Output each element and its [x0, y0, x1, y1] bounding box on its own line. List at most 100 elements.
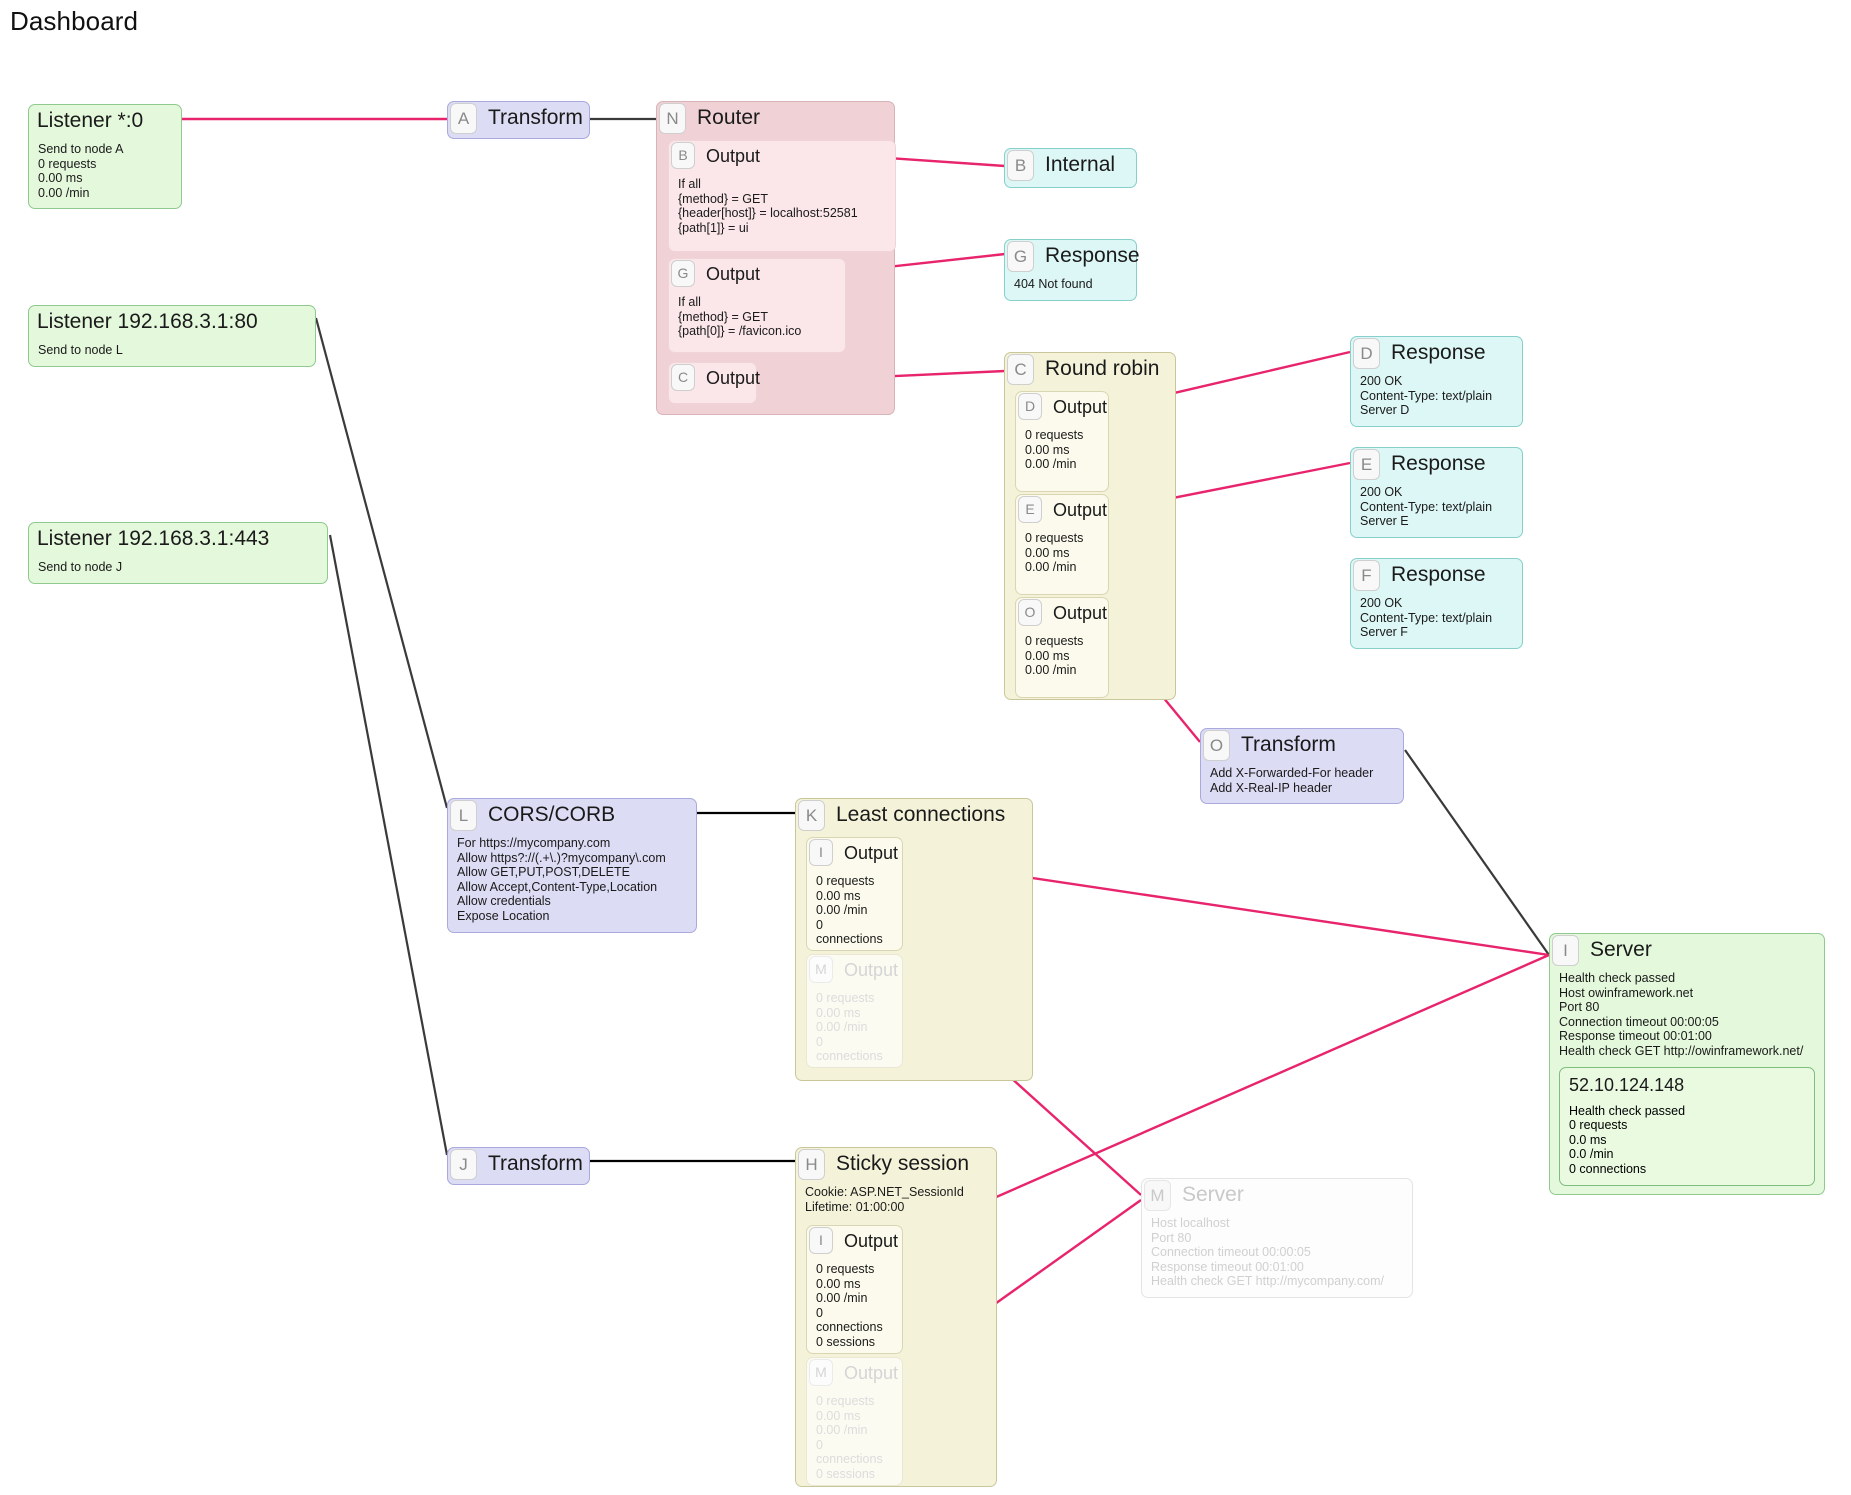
node-transform-a[interactable]: A Transform — [447, 101, 590, 139]
node-header: M Output — [807, 1358, 902, 1388]
node-roundrobin-output-o[interactable]: O Output 0 requests 0.00 ms 0.00 /min — [1015, 597, 1109, 698]
node-listener-a[interactable]: Listener *:0 Send to node A 0 requests 0… — [28, 104, 182, 210]
node-header: B Output — [669, 141, 895, 171]
dashboard-canvas: Dashboard Listener *:0 Send to node A 0 … — [0, 0, 1851, 1495]
node-badge: M — [809, 956, 833, 983]
node-badge: K — [798, 800, 825, 831]
node-server-m[interactable]: M Server Host localhost Port 80 Connecti… — [1141, 1178, 1413, 1298]
node-router-output-g[interactable]: G Output If all {method} = GET {path[0]}… — [668, 258, 846, 353]
node-title: CORS/CORB — [488, 803, 616, 826]
node-header: E Output — [1016, 495, 1108, 525]
node-header: N Router — [657, 102, 894, 136]
node-title: Server — [1590, 938, 1652, 961]
node-badge: I — [809, 839, 833, 866]
node-title: Round robin — [1045, 357, 1160, 380]
node-title: Output — [706, 146, 761, 166]
node-badge: B — [671, 142, 695, 169]
node-badge: F — [1353, 560, 1380, 591]
server-ip-block[interactable]: 52.10.124.148 Health check passed 0 requ… — [1559, 1066, 1815, 1186]
node-title: Output — [844, 1231, 899, 1251]
node-title: Output — [844, 1363, 899, 1383]
node-body: 404 Not found — [1014, 277, 1093, 291]
node-roundrobin-output-d[interactable]: D Output 0 requests 0.00 ms 0.00 /min — [1015, 391, 1109, 492]
node-badge: M — [809, 1359, 833, 1386]
node-least-connections-output-i[interactable]: I Output 0 requests 0.00 ms 0.00 /min 0 … — [806, 837, 903, 951]
node-title: Response — [1391, 341, 1486, 364]
node-badge: E — [1018, 496, 1042, 523]
node-badge: A — [450, 103, 477, 134]
node-listener-l[interactable]: Listener 192.168.3.1:80 Send to node L — [28, 305, 316, 367]
node-title: Server — [1182, 1183, 1244, 1206]
node-response-d[interactable]: D Response 200 OK Content-Type: text/pla… — [1350, 336, 1523, 427]
node-roundrobin-output-e[interactable]: E Output 0 requests 0.00 ms 0.00 /min — [1015, 494, 1109, 595]
node-badge: E — [1353, 449, 1380, 480]
node-header: B Internal — [1005, 149, 1136, 183]
node-title: Output — [1053, 500, 1108, 520]
node-title: Router — [697, 106, 761, 129]
node-sticky-session-output-i[interactable]: I Output 0 requests 0.00 ms 0.00 /min 0 … — [806, 1225, 903, 1354]
node-title: Output — [706, 368, 761, 388]
node-header: O Transform — [1201, 729, 1403, 763]
node-sticky-session-h[interactable]: H Sticky session Cookie: ASP.NET_Session… — [795, 1147, 997, 1487]
node-header: D Response — [1351, 337, 1522, 371]
node-header: G Response — [1005, 240, 1140, 274]
node-title: Transform — [488, 1152, 583, 1175]
node-title: Response — [1391, 563, 1486, 586]
node-header: C Round robin — [1005, 353, 1175, 387]
node-response-f[interactable]: F Response 200 OK Content-Type: text/pla… — [1350, 558, 1523, 649]
node-body: Send to node A 0 requests 0.00 ms 0.00 /… — [38, 142, 124, 200]
edge-listener-l-to-cors-l — [314, 317, 449, 809]
node-title: Output — [1053, 603, 1108, 623]
node-header: E Response — [1351, 448, 1522, 482]
node-router-output-c[interactable]: C Output — [668, 362, 760, 404]
node-body: 0 requests 0.00 ms 0.00 /min 0 connectio… — [816, 991, 883, 1064]
node-badge: C — [1007, 354, 1034, 385]
node-title: Output — [844, 960, 899, 980]
node-badge: B — [1007, 150, 1034, 181]
node-title: Output — [706, 264, 761, 284]
node-internal-b[interactable]: B Internal — [1004, 148, 1137, 188]
node-header: C Output — [669, 363, 760, 393]
node-server-i[interactable]: I Server Health check passed Host owinfr… — [1549, 933, 1825, 1195]
node-badge: D — [1353, 338, 1380, 369]
node-header: O Output — [1016, 598, 1108, 628]
node-router-output-b[interactable]: B Output If all {method} = GET {header[h… — [668, 140, 896, 252]
node-router-n[interactable]: N Router B Output If all {method} = GET … — [656, 101, 896, 415]
node-badge: O — [1203, 730, 1230, 761]
edge-router-b-to-internal-b — [887, 156, 1006, 168]
node-header: K Least connections — [796, 799, 1032, 833]
node-badge: H — [798, 1149, 825, 1180]
node-transform-o[interactable]: O Transform Add X-Forwarded-For header A… — [1200, 728, 1404, 805]
node-body: Send to node L — [38, 343, 123, 357]
node-listener-j[interactable]: Listener 192.168.3.1:443 Send to node J — [28, 522, 328, 584]
node-title: Response — [1391, 452, 1486, 475]
node-header: I Server — [1550, 934, 1824, 968]
node-response-e[interactable]: E Response 200 OK Content-Type: text/pla… — [1350, 447, 1523, 538]
node-sticky-session-output-m[interactable]: M Output 0 requests 0.00 ms 0.00 /min 0 … — [806, 1357, 903, 1486]
node-title: Least connections — [836, 803, 1006, 826]
node-body: 200 OK Content-Type: text/plain Server E — [1360, 485, 1493, 529]
page-title: Dashboard — [10, 6, 139, 36]
node-title: Transform — [1241, 733, 1336, 756]
node-title: Sticky session — [836, 1152, 970, 1175]
node-body: 200 OK Content-Type: text/plain Server F — [1360, 596, 1493, 640]
node-header: I Output — [807, 838, 902, 868]
node-least-connections-output-m[interactable]: M Output 0 requests 0.00 ms 0.00 /min 0 … — [806, 954, 903, 1068]
node-badge: M — [1144, 1180, 1171, 1211]
server-ip-address: 52.10.124.148 — [1569, 1074, 1685, 1095]
node-roundrobin-c[interactable]: C Round robin D Output 0 requests 0.00 m… — [1004, 352, 1176, 700]
node-title: Internal — [1045, 153, 1116, 176]
node-body: 200 OK Content-Type: text/plain Server D — [1360, 374, 1493, 418]
node-least-connections-k[interactable]: K Least connections I Output 0 requests … — [795, 798, 1033, 1081]
node-badge: I — [1552, 935, 1579, 966]
node-body: Add X-Forwarded-For header Add X-Real-IP… — [1210, 766, 1374, 795]
node-body: If all {method} = GET {header[host]} = l… — [678, 177, 858, 235]
node-transform-j[interactable]: J Transform — [447, 1147, 590, 1185]
node-body: Host localhost Port 80 Connection timeou… — [1151, 1216, 1384, 1289]
node-header: M Server — [1142, 1179, 1412, 1213]
node-title: Listener *:0 — [37, 109, 144, 132]
node-response-g[interactable]: G Response 404 Not found — [1004, 239, 1140, 301]
node-cors-l[interactable]: L CORS/CORB For https://mycompany.com Al… — [447, 798, 697, 933]
node-title: Listener 192.168.3.1:80 — [37, 310, 258, 333]
node-body: Health check passed Host owinframework.n… — [1559, 971, 1804, 1058]
